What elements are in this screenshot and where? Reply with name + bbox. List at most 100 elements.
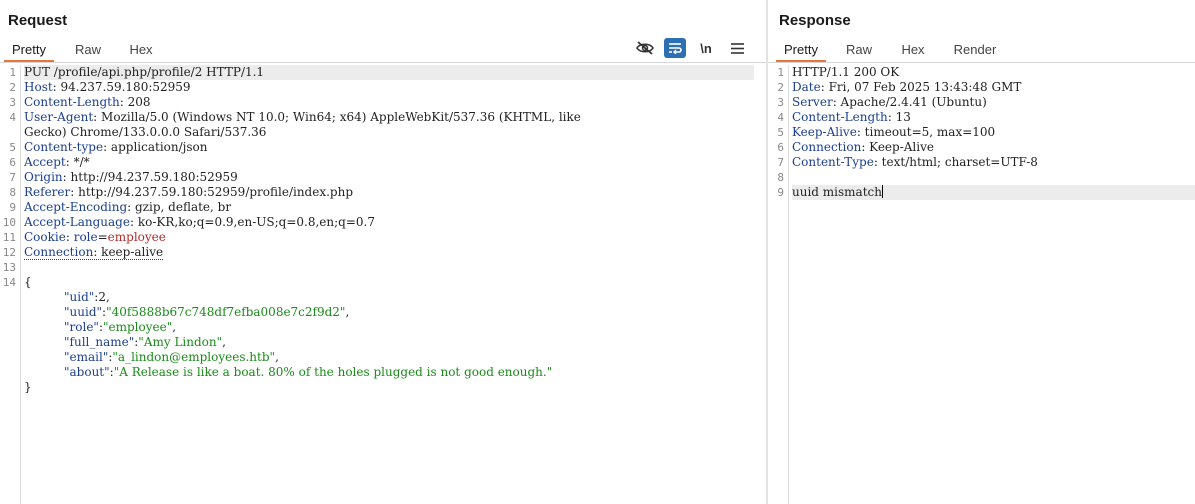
- response-tab-render[interactable]: Render: [948, 40, 1002, 60]
- request-line: Accept-Language: ko-KR,ko;q=0.9,en-US;q=…: [24, 215, 375, 229]
- header-value: */*: [69, 155, 90, 169]
- hamburger-menu-icon: [730, 42, 744, 54]
- header-value: Mozilla/5.0 (Windows NT 10.0; Win64; x64…: [97, 110, 581, 124]
- header-name: Date: [792, 80, 821, 94]
- request-line: Accept-Encoding: gzip, deflate, br: [24, 200, 232, 214]
- request-line: Content-Length: 208: [24, 95, 151, 109]
- response-line: HTTP/1.1 200 OK: [792, 65, 1183, 80]
- line-number: 4: [777, 111, 784, 124]
- header-name: Connection: [24, 245, 94, 259]
- response-pane: Response Pretty Raw Hex Render 1 2 3 4 5…: [768, 0, 1195, 504]
- hide-nonprintable-button[interactable]: [634, 38, 656, 58]
- response-body: uuid mismatch: [792, 185, 882, 199]
- json-open-brace: {: [24, 275, 32, 289]
- request-start-line: PUT /profile/api.php/profile/2 HTTP/1.1: [24, 65, 265, 79]
- header-value: http://94.237.59.180:52959/profile/index…: [74, 185, 354, 199]
- header-value: timeout=5, max=100: [860, 125, 996, 139]
- header-name: Server: [792, 95, 833, 109]
- line-number: 1: [9, 66, 16, 79]
- response-title: Response: [779, 12, 851, 29]
- header-value-wrap: Gecko) Chrome/133.0.0.0 Safari/537.36: [24, 125, 267, 139]
- line-number: 7: [9, 171, 16, 184]
- line-number: 6: [9, 156, 16, 169]
- header-value: gzip, deflate, br: [131, 200, 232, 214]
- request-pane: Request Pretty Raw Hex \n 1 2 3 4 5 6 7 …: [0, 0, 766, 504]
- request-editor[interactable]: 1 2 3 4 5 6 7 8 9 10 11 12 13 14 PUT /pr…: [0, 65, 766, 504]
- request-menu-button[interactable]: [726, 38, 748, 58]
- line-number: 12: [2, 246, 16, 259]
- text-cursor: [881, 185, 883, 198]
- header-value: Keep-Alive: [865, 140, 934, 154]
- header-value: 13: [891, 110, 911, 124]
- line-number: 9: [777, 186, 784, 199]
- line-number: 3: [777, 96, 784, 109]
- response-tab-pretty[interactable]: Pretty: [776, 40, 826, 62]
- response-line: Content-Length: 13: [792, 110, 911, 124]
- json-value: 2: [98, 290, 106, 304]
- line-number: 8: [9, 186, 16, 199]
- response-tab-raw[interactable]: Raw: [839, 40, 879, 60]
- header-name: User-Agent: [24, 110, 94, 124]
- header-name: Content-type: [24, 140, 104, 154]
- request-line: Referer: http://94.237.59.180:52959/prof…: [24, 185, 354, 199]
- response-line: uuid mismatch: [792, 185, 1195, 200]
- header-name: Origin: [24, 170, 63, 184]
- request-line: Accept: */*: [24, 155, 90, 169]
- cookie-value: employee: [107, 230, 166, 244]
- status-line: HTTP/1.1 200 OK: [792, 65, 900, 79]
- json-value: "a_lindon@employees.htb": [112, 350, 276, 364]
- json-field-uid: "uid":2,: [64, 290, 110, 304]
- response-tabs: Pretty Raw Hex Render: [768, 40, 1195, 62]
- request-line: Origin: http://94.237.59.180:52959: [24, 170, 238, 184]
- line-number: 5: [777, 126, 784, 139]
- header-value: Fri, 07 Feb 2025 13:43:48 GMT: [824, 80, 1022, 94]
- response-editor[interactable]: 1 2 3 4 5 6 7 8 9 HTTP/1.1 200 OK Date: …: [768, 65, 1195, 504]
- request-line-gutter: 1 2 3 4 5 6 7 8 9 10 11 12 13 14: [0, 65, 21, 504]
- header-value: 94.237.59.180:52959: [56, 80, 191, 94]
- response-line: Connection: Keep-Alive: [792, 140, 934, 154]
- response-line: Content-Type: text/html; charset=UTF-8: [792, 155, 1038, 169]
- json-value: "A Release is like a boat. 80% of the ho…: [113, 365, 553, 379]
- line-number: 2: [9, 81, 16, 94]
- header-name: Cookie: [24, 230, 66, 244]
- line-number: 13: [2, 261, 16, 274]
- request-title: Request: [8, 12, 68, 29]
- header-name: Accept-Encoding: [24, 200, 128, 214]
- json-key: "role": [64, 320, 99, 334]
- request-toolbar: \n: [634, 38, 754, 60]
- line-number: 4: [9, 111, 16, 124]
- line-number: 9: [9, 201, 16, 214]
- response-tab-hex[interactable]: Hex: [893, 40, 933, 60]
- header-value: application/json: [107, 140, 208, 154]
- header-name: Referer: [24, 185, 71, 199]
- json-field-uuid: "uuid":"40f5888b67c748df7efba008e7c2f9d2…: [64, 305, 350, 319]
- request-line: Connection: keep-alive: [24, 245, 164, 260]
- request-tab-hex[interactable]: Hex: [121, 40, 161, 60]
- eye-slash-icon: [636, 41, 654, 55]
- header-name: Content-Length: [24, 95, 120, 109]
- response-line-gutter: 1 2 3 4 5 6 7 8 9: [768, 65, 789, 504]
- line-number: 10: [2, 216, 16, 229]
- header-value: keep-alive: [97, 245, 164, 259]
- json-key: "about": [64, 365, 110, 379]
- line-number: 3: [9, 96, 16, 109]
- request-tab-pretty[interactable]: Pretty: [4, 40, 54, 62]
- word-wrap-icon: [668, 42, 682, 54]
- request-line: Content-type: application/json: [24, 140, 208, 154]
- show-newlines-button[interactable]: \n: [695, 38, 717, 58]
- cookie-name: role: [73, 230, 98, 244]
- line-number: 1: [777, 66, 784, 79]
- response-line: Server: Apache/2.4.41 (Ubuntu): [792, 95, 987, 109]
- response-tab-divider: [768, 62, 1195, 63]
- request-tab-raw[interactable]: Raw: [68, 40, 108, 60]
- header-value: 208: [123, 95, 151, 109]
- json-key: "email": [64, 350, 109, 364]
- json-value: "Amy Lindon": [138, 335, 223, 349]
- word-wrap-button[interactable]: [664, 38, 686, 58]
- header-value: ko-KR,ko;q=0.9,en-US;q=0.8,en;q=0.7: [134, 215, 375, 229]
- json-key: "full_name": [64, 335, 135, 349]
- json-key: "uid": [64, 290, 95, 304]
- header-value: http://94.237.59.180:52959: [66, 170, 238, 184]
- header-name: Connection: [792, 140, 862, 154]
- request-line: PUT /profile/api.php/profile/2 HTTP/1.1: [24, 65, 754, 80]
